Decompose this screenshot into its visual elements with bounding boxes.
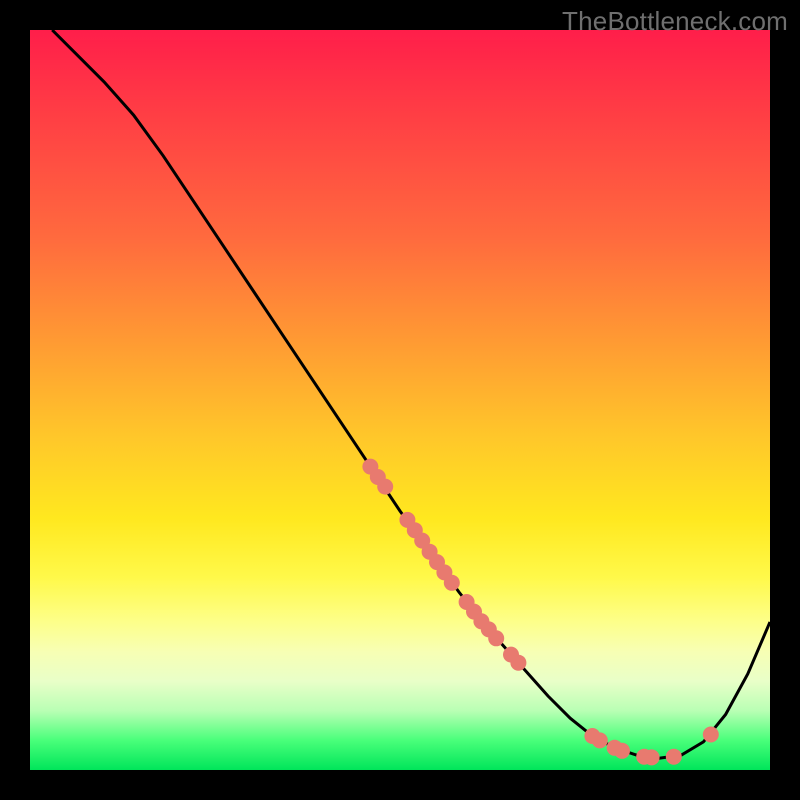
chart-frame: TheBottleneck.com (0, 0, 800, 800)
data-dot (488, 630, 504, 646)
watermark-text: TheBottleneck.com (562, 6, 788, 37)
plot-area (30, 30, 770, 770)
chart-svg (30, 30, 770, 770)
data-dot (592, 732, 608, 748)
data-dot (666, 749, 682, 765)
data-dot (644, 749, 660, 765)
data-dots (362, 459, 718, 766)
data-dot (703, 727, 719, 743)
data-dot (510, 655, 526, 671)
data-dot (444, 575, 460, 591)
bottleneck-curve (52, 30, 770, 758)
data-dot (377, 479, 393, 495)
data-dot (614, 743, 630, 759)
